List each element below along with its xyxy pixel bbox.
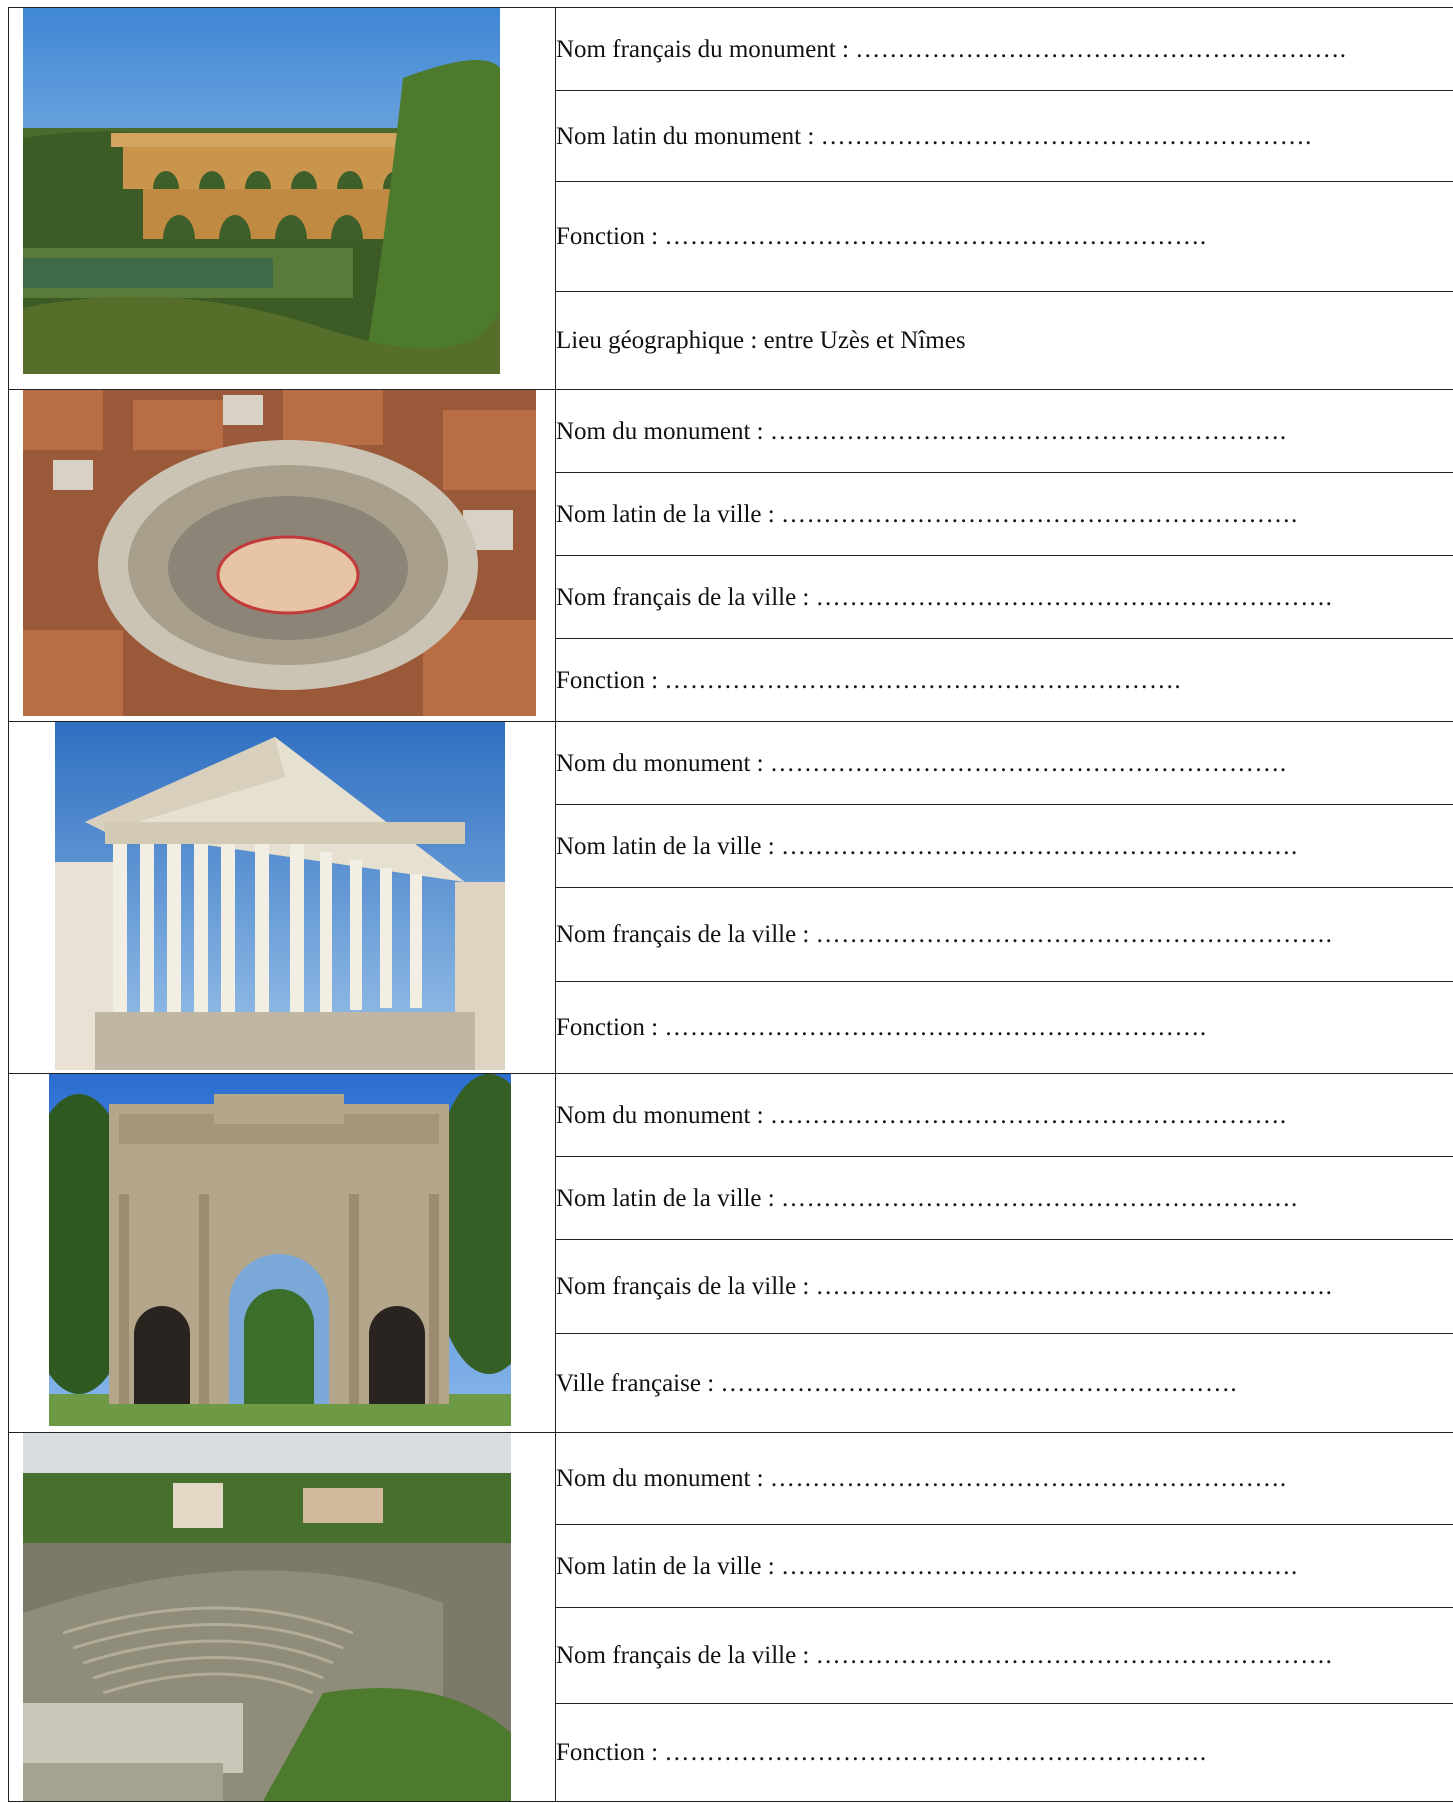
- table-row: Nom du monument : …………………………………………………….: [8, 1073, 1453, 1433]
- field-function[interactable]: Fonction : …………………………………………………….: [555, 638, 1453, 722]
- field-french-city[interactable]: Nom français de la ville : ……………………………………: [555, 887, 1453, 982]
- amphitheatre-photo: [23, 390, 536, 716]
- aqueduct-photo: [23, 8, 500, 374]
- field-function[interactable]: Fonction : ……………………………………………………….: [555, 981, 1453, 1074]
- worksheet: Nom français du monument : ……………………………………: [8, 7, 1453, 1802]
- table-row: Nom du monument : …………………………………………………….: [8, 721, 1453, 1074]
- table-row: Nom du monument : …………………………………………………….: [8, 389, 1453, 722]
- image-cell: [8, 389, 556, 722]
- field-monument-name[interactable]: Nom du monument : …………………………………………………….: [555, 1073, 1453, 1157]
- monument-table: Nom français du monument : ……………………………………: [8, 7, 1453, 1802]
- field-latin-city[interactable]: Nom latin de la ville : ……………………………………………: [555, 472, 1453, 556]
- theatre-photo: [23, 1433, 511, 1801]
- image-cell: [8, 1432, 556, 1802]
- table-row: Nom du monument : …………………………………………………….: [8, 1432, 1453, 1802]
- table-row: Nom français du monument : ……………………………………: [8, 7, 1453, 390]
- image-cell: [8, 7, 556, 390]
- field-french-name[interactable]: Nom français du monument : ……………………………………: [555, 7, 1453, 91]
- image-cell: [8, 1073, 556, 1433]
- field-french-town[interactable]: Ville française : …………………………………………………….: [555, 1333, 1453, 1433]
- arch-photo: [49, 1074, 511, 1426]
- field-latin-name[interactable]: Nom latin du monument : ……………………………………………: [555, 90, 1453, 182]
- field-monument-name[interactable]: Nom du monument : …………………………………………………….: [555, 721, 1453, 805]
- field-latin-city[interactable]: Nom latin de la ville : ……………………………………………: [555, 804, 1453, 888]
- field-function[interactable]: Fonction : ……………………………………………………….: [555, 1703, 1453, 1802]
- temple-photo: [55, 722, 505, 1070]
- field-location: Lieu géographique : entre Uzès et Nîmes: [555, 291, 1453, 390]
- field-function[interactable]: Fonction : ……………………………………………………….: [555, 181, 1453, 292]
- field-french-city[interactable]: Nom français de la ville : ……………………………………: [555, 1239, 1453, 1334]
- field-latin-city[interactable]: Nom latin de la ville : ……………………………………………: [555, 1156, 1453, 1240]
- field-french-city[interactable]: Nom français de la ville : ……………………………………: [555, 1607, 1453, 1704]
- field-monument-name[interactable]: Nom du monument : …………………………………………………….: [555, 1432, 1453, 1525]
- image-cell: [8, 721, 556, 1074]
- field-latin-city[interactable]: Nom latin de la ville : ……………………………………………: [555, 1524, 1453, 1608]
- field-monument-name[interactable]: Nom du monument : …………………………………………………….: [555, 389, 1453, 473]
- field-french-city[interactable]: Nom français de la ville : ……………………………………: [555, 555, 1453, 639]
